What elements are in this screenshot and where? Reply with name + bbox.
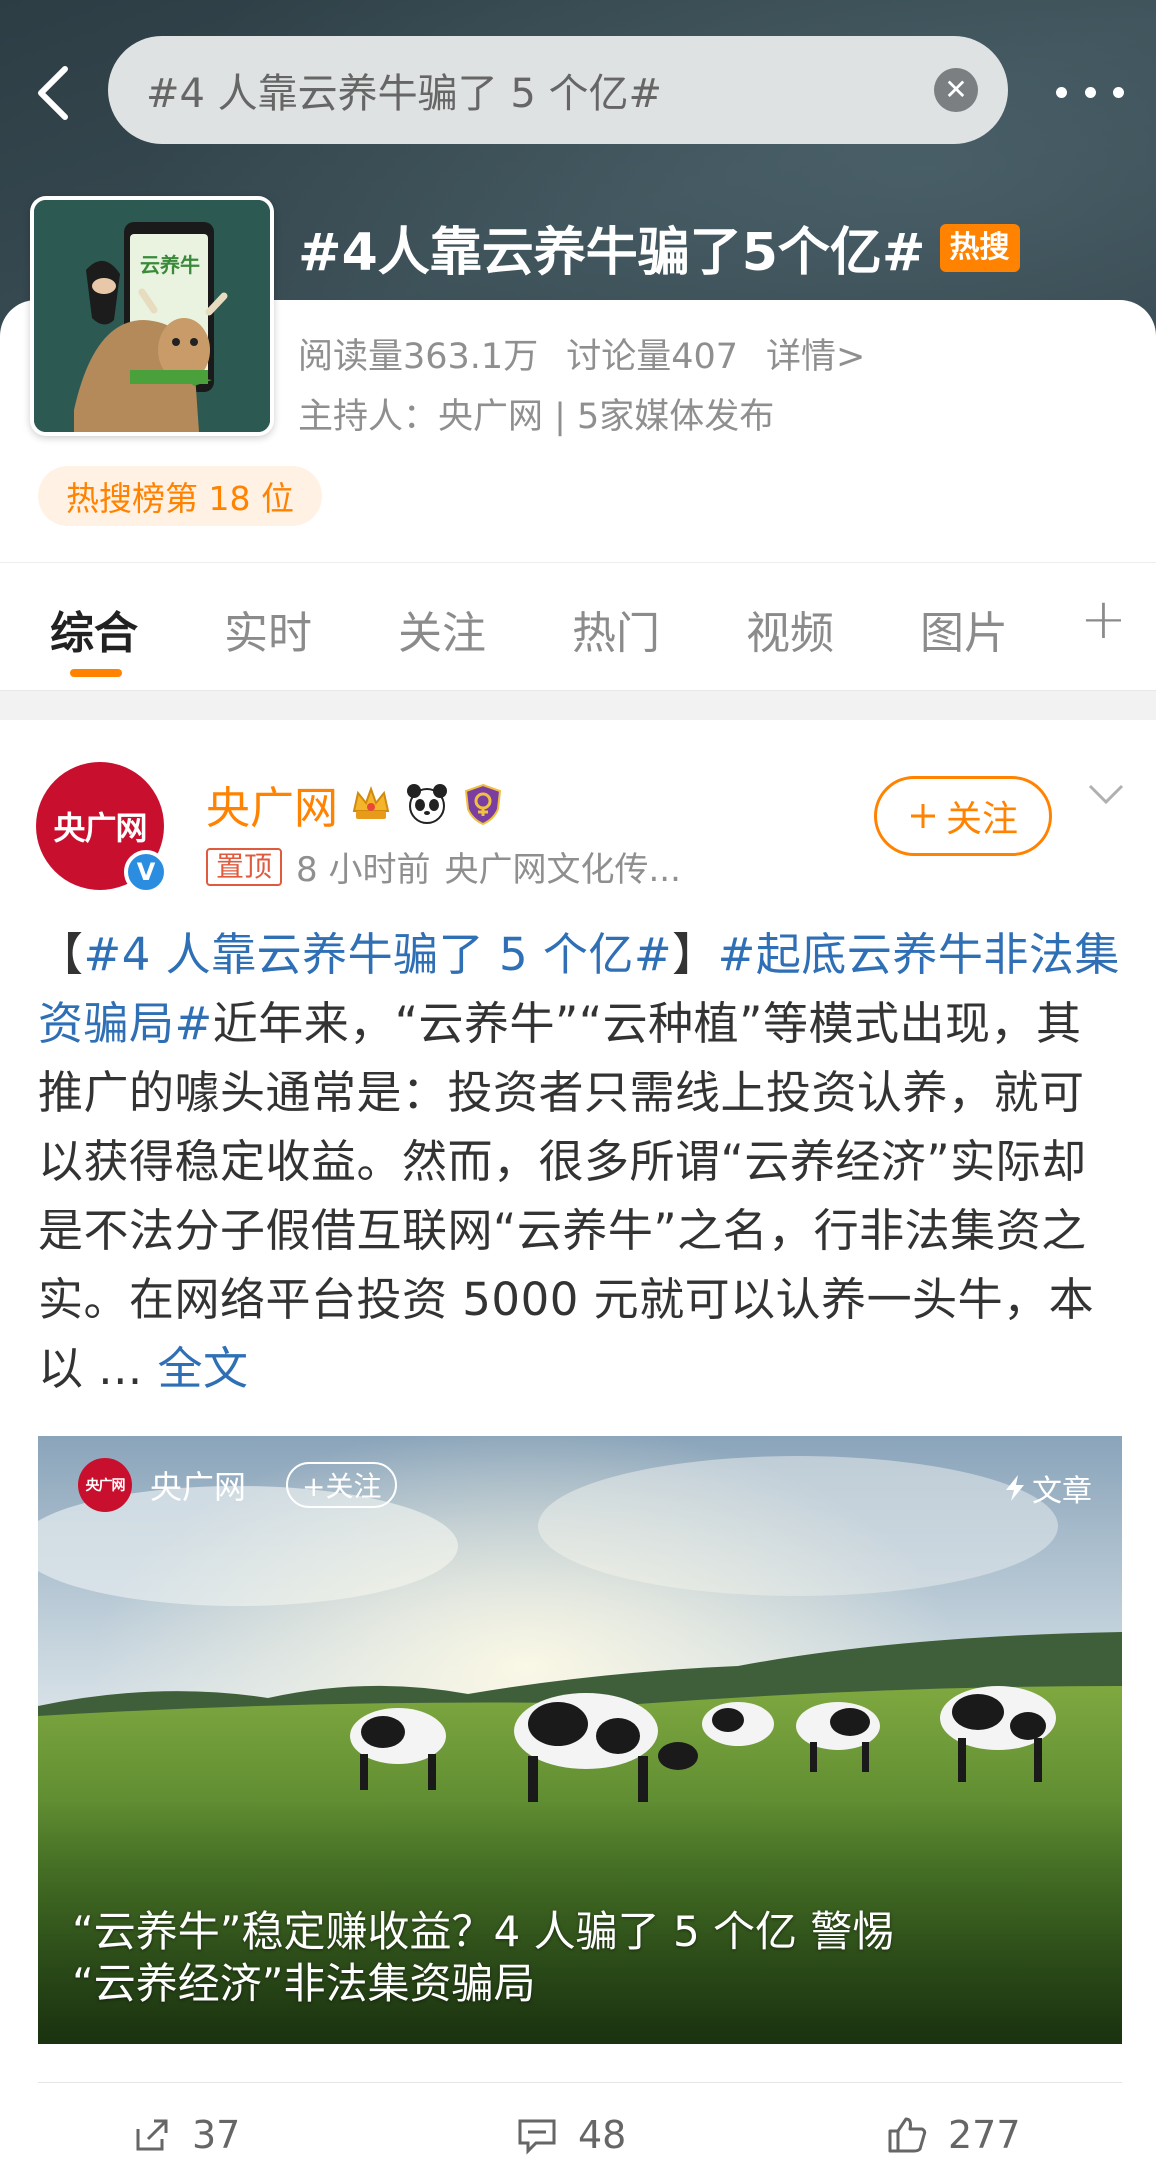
comment-count: 48 [578,2113,627,2157]
add-tab-icon[interactable]: + [1080,587,1127,652]
hot-badge: 热搜 [939,223,1020,272]
tab-comprehensive[interactable]: 综合 [50,597,138,661]
topic-link[interactable]: #4 人靠云养牛骗了 5 个亿# [84,928,673,981]
chevron-left-icon [38,66,68,120]
post-meta: 置顶 8 小时前 央广网文化传... [206,842,681,891]
tab-realtime[interactable]: 实时 [224,597,312,661]
post-source: 央广网文化传... [444,850,681,890]
article-card[interactable]: 央广网 央广网 +关注 文章 “云养牛”稳定赚收益？4 人骗了 5 个亿 警惕 … [38,1436,1122,2044]
topic-title-row: #4人靠云养牛骗了5个亿# 热搜 [298,210,1020,285]
tab-bar: 综合 实时 关注 热门 视频 图片 + [0,562,1156,690]
search-bar[interactable]: #4 人靠云养牛骗了 5 个亿# ✕ [108,36,1008,144]
repost-icon [136,2119,168,2151]
discussion-count: 讨论量407 [566,337,739,377]
topic-title: #4人靠云养牛骗了5个亿# [298,223,926,283]
post-card: 央广网 V 央广网 置顶 8 小时前 央广网文化传... 关注 【#4 人靠云养… [0,720,1156,2174]
tab-following[interactable]: 关注 [398,597,486,661]
shield-medal-icon [464,783,502,826]
author-row: 央广网 [206,772,506,836]
post-action-bar: 37 48 277 [38,2082,1122,2174]
tab-images[interactable]: 图片 [920,597,1008,661]
read-count: 阅读量363.1万 [298,337,539,377]
comment-button[interactable]: 48 [516,2113,626,2157]
crown-medal-icon [352,786,390,819]
pinned-tag: 置顶 [206,847,283,886]
author-name[interactable]: 央广网 [206,772,338,836]
details-link[interactable]: 详情> [766,328,865,379]
panda-medal-icon [407,784,447,824]
plus-icon [910,804,935,828]
tab-popular[interactable]: 热门 [572,597,660,661]
topic-cover-image: 云养牛 [30,196,274,436]
follow-button[interactable]: 关注 [874,776,1052,856]
clear-icon[interactable]: ✕ [934,68,978,112]
repost-count: 37 [192,2113,241,2157]
repost-button[interactable]: 37 [132,2113,240,2157]
topic-stats: 阅读量363.1万 讨论量407 详情> [298,328,893,379]
like-count: 277 [948,2113,1021,2157]
article-title: “云养牛”稳定赚收益？4 人骗了 5 个亿 警惕 “云养经济”非法集资骗局 [72,1907,895,2008]
comment-icon [518,2119,556,2155]
cover-text: 云养牛 [140,253,200,277]
more-options-icon[interactable] [1050,72,1130,112]
card-source: 央广网 央广网 +关注 [78,1458,398,1512]
post-text: 【#4 人靠云养牛骗了 5 个亿#】#起底云养牛非法集资骗局#近年来，“云养牛”… [38,928,1120,1395]
section-divider [0,690,1156,720]
topic-host: 主持人：央广网 | 5家媒体发布 [298,397,775,437]
search-query[interactable]: #4 人靠云养牛骗了 5 个亿# [146,61,934,119]
chevron-down-icon[interactable] [1084,776,1128,812]
hot-rank-badge[interactable]: 热搜榜第 18 位 [38,466,322,526]
lightning-icon [1006,1475,1024,1501]
back-button[interactable] [28,58,78,128]
like-button[interactable]: 277 [886,2113,1021,2157]
card-avatar: 央广网 [78,1458,132,1512]
active-tab-indicator [70,669,122,677]
card-type: 文章 [1004,1466,1092,1510]
post-time: 8 小时前 [296,850,431,890]
thumbs-up-icon [888,2117,927,2153]
cow-phone-illustration: 云养牛 [34,200,270,432]
card-source-name: 央广网 [150,1468,247,1506]
verified-icon: V [124,850,168,894]
card-follow-button[interactable]: +关注 [286,1462,398,1508]
full-text-link[interactable]: 全文 [158,1342,249,1395]
tab-video[interactable]: 视频 [746,597,834,661]
